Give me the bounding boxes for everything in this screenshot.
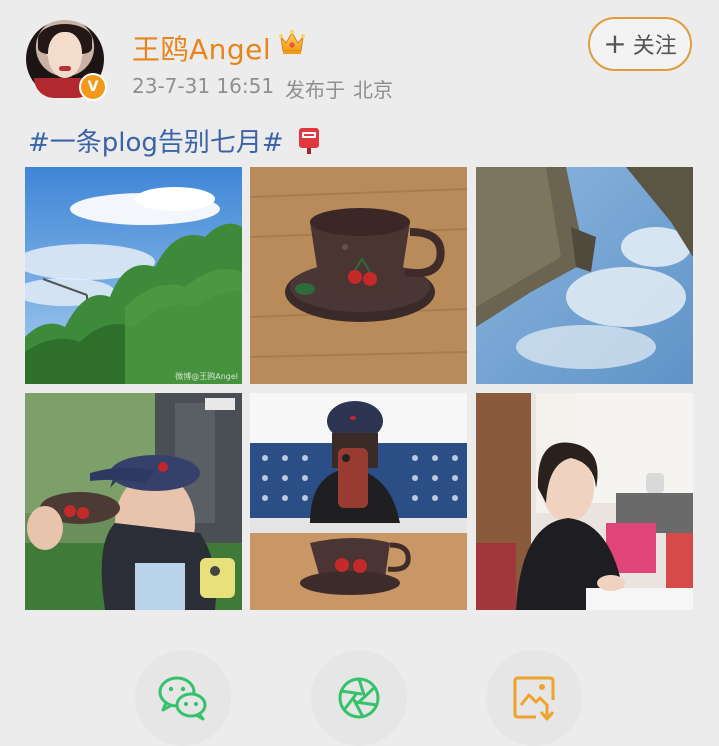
photo-mirror-selfie[interactable]	[250, 393, 467, 610]
photo-grid: 微博@王鸥Angel	[25, 167, 693, 610]
moments-icon	[338, 677, 380, 719]
share-moments-button[interactable]	[311, 650, 407, 746]
post-location: 发布于 北京	[285, 74, 393, 103]
follow-button[interactable]: + 关注	[588, 17, 692, 71]
save-image-button[interactable]	[486, 650, 582, 746]
share-row	[0, 650, 719, 746]
avatar-face	[48, 32, 82, 78]
crown-icon	[279, 29, 305, 54]
photo-ceramic-cup[interactable]	[250, 167, 467, 384]
hashtag-link[interactable]: #一条plog告别七月#	[28, 122, 284, 159]
photo-watermark: 微博@王鸥Angel	[175, 372, 238, 381]
wechat-icon	[158, 676, 207, 721]
share-wechat-button[interactable]	[135, 650, 231, 746]
published-at-label: 发布于	[285, 78, 345, 102]
photo-selfie-with-cup[interactable]	[25, 393, 242, 610]
save-image-icon	[513, 676, 555, 721]
mailbox-icon	[298, 127, 319, 154]
photo-sky-reflection[interactable]	[476, 167, 693, 384]
follow-button-label: 关注	[632, 34, 677, 59]
post-timestamp: 23-7-31 16:51	[132, 74, 275, 98]
plus-icon: +	[603, 27, 627, 60]
photo-woman-at-desk[interactable]	[476, 393, 693, 610]
location-city: 北京	[353, 78, 393, 102]
photo-sky-trees[interactable]: 微博@王鸥Angel	[25, 167, 242, 384]
post-text: #一条plog告别七月#	[28, 122, 320, 159]
avatar-lips	[59, 66, 71, 71]
username[interactable]: 王鸥Angel	[132, 28, 271, 68]
weibo-post-screen: V 王鸥Angel 23-7-31 16:51 发布于 北京 + 关注 #一条pl…	[0, 0, 719, 746]
verified-badge-icon: V	[79, 73, 107, 101]
